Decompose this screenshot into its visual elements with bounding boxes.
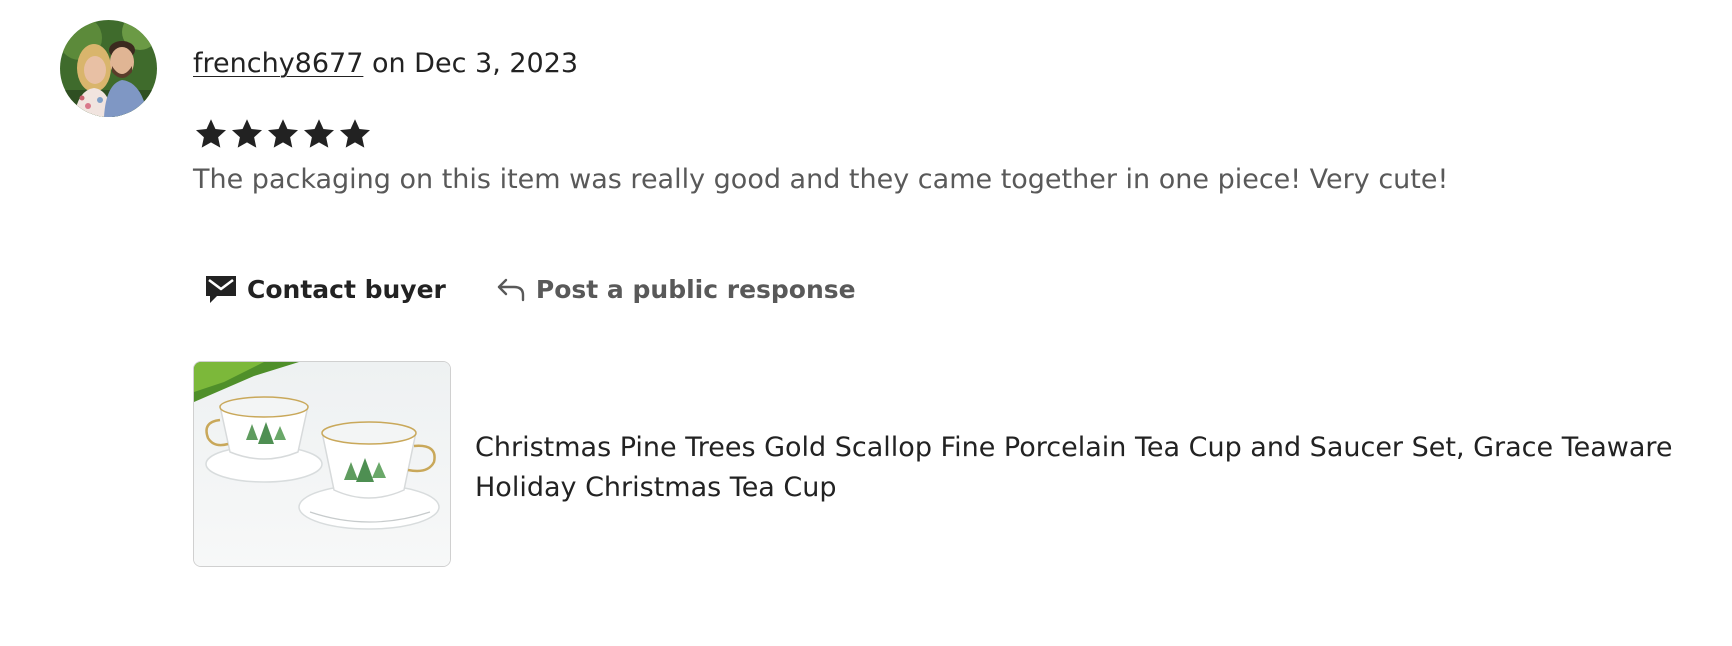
star-icon — [340, 119, 370, 148]
review-date: on Dec 3, 2023 — [363, 48, 579, 79]
listing-title-link[interactable]: Christmas Pine Trees Gold Scallop Fine P… — [475, 428, 1715, 508]
reviewer-username-link[interactable]: frenchy8677 — [193, 48, 363, 79]
post-public-response-button[interactable]: Post a public response — [484, 266, 868, 312]
review-text: The packaging on this item was really go… — [193, 164, 1449, 195]
contact-buyer-label: Contact buyer — [247, 274, 446, 304]
listing-thumbnail[interactable] — [193, 361, 451, 567]
star-icon — [304, 119, 334, 148]
star-rating — [193, 114, 373, 158]
reviewer-avatar[interactable] — [60, 20, 157, 117]
contact-buyer-button[interactable]: Contact buyer — [193, 266, 458, 312]
review-meta: frenchy8677 on Dec 3, 2023 — [193, 44, 578, 84]
review-actions: Contact buyer Post a public response — [193, 266, 868, 312]
star-icon — [232, 119, 262, 148]
post-public-response-label: Post a public response — [535, 274, 856, 304]
review-card: frenchy8677 on Dec 3, 2023 The packaging… — [0, 0, 1732, 646]
star-icon — [196, 119, 226, 148]
reply-arrow-icon — [496, 276, 526, 302]
envelope-icon — [205, 274, 237, 304]
star-icon — [268, 119, 298, 148]
